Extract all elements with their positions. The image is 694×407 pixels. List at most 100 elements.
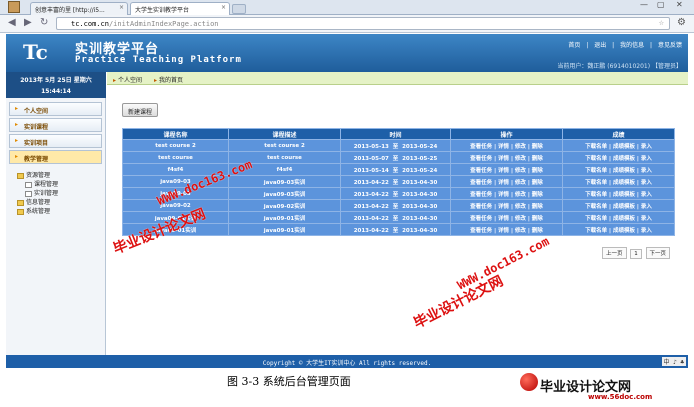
enter-grades-link[interactable]: 录入 (641, 180, 652, 186)
row-grades: 下载名单 | 成绩模板 | 录入 (562, 199, 675, 212)
close-icon[interactable]: × (119, 4, 124, 11)
view-tasks-link[interactable]: 查看任务 (470, 180, 492, 186)
delete-link[interactable]: 删除 (532, 156, 543, 162)
details-link[interactable]: 详情 (498, 204, 509, 210)
back-icon[interactable]: ◀ (8, 18, 16, 28)
grade-template-link[interactable]: 成绩模板 (613, 144, 635, 150)
grade-template-link[interactable]: 成绩模板 (613, 192, 635, 198)
enter-grades-link[interactable]: 录入 (641, 156, 652, 162)
view-tasks-link[interactable]: 查看任务 (470, 228, 492, 234)
enter-grades-link[interactable]: 录入 (641, 204, 652, 210)
view-tasks-link[interactable]: 查看任务 (470, 144, 492, 150)
view-tasks-link[interactable]: 查看任务 (470, 216, 492, 222)
grade-template-link[interactable]: 成绩模板 (613, 168, 635, 174)
delete-link[interactable]: 删除 (532, 216, 543, 222)
delete-link[interactable]: 删除 (532, 192, 543, 198)
wrench-icon[interactable]: ⚙ (677, 17, 686, 28)
download-list-link[interactable]: 下载名单 (585, 216, 607, 222)
url-input[interactable]: tc.com.cn/initAdminIndexPage.action ☆ (56, 17, 670, 30)
reload-icon[interactable]: ↻ (40, 18, 48, 28)
logout-link[interactable]: 退出 (594, 42, 606, 49)
next-page-button[interactable]: 下一页 (645, 247, 671, 259)
view-tasks-link[interactable]: 查看任务 (470, 168, 492, 174)
grade-template-link[interactable]: 成绩模板 (613, 156, 635, 162)
course-name: test course (122, 151, 229, 164)
delete-link[interactable]: 删除 (532, 144, 543, 150)
browser-tab-2[interactable]: 大学生实训教学平台 × (130, 2, 230, 15)
new-course-button[interactable]: 新建课程 (122, 103, 158, 117)
new-tab-button[interactable] (232, 4, 246, 14)
menu-teaching-management[interactable]: 教学管理 (9, 150, 102, 164)
minimize-icon[interactable]: — (640, 0, 648, 9)
download-list-link[interactable]: 下载名单 (585, 228, 607, 234)
edit-link[interactable]: 修改 (515, 216, 526, 222)
profile-avatar[interactable] (8, 1, 20, 13)
course-time: 2013-04-22 至 2013-04-30 (340, 187, 451, 200)
course-desc: java09-03实训 (228, 187, 341, 200)
download-list-link[interactable]: 下载名单 (585, 144, 607, 150)
edit-link[interactable]: 修改 (515, 168, 526, 174)
tree-resource-management[interactable]: 资源管理 (17, 170, 50, 179)
edit-link[interactable]: 修改 (515, 144, 526, 150)
download-list-link[interactable]: 下载名单 (585, 180, 607, 186)
site-header: Tc 实训教学平台 Practice Teaching Platform 首页 … (6, 34, 688, 72)
tree-training-management[interactable]: 实训管理 (25, 188, 58, 197)
my-info-link[interactable]: 我的信息 (620, 42, 644, 49)
menu-personal-space[interactable]: 个人空间 (9, 102, 102, 116)
download-list-link[interactable]: 下载名单 (585, 192, 607, 198)
edit-link[interactable]: 修改 (515, 156, 526, 162)
details-link[interactable]: 详情 (498, 144, 509, 150)
row-grades: 下载名单 | 成绩模板 | 录入 (562, 223, 675, 236)
view-tasks-link[interactable]: 查看任务 (470, 156, 492, 162)
edit-link[interactable]: 修改 (515, 180, 526, 186)
view-tasks-link[interactable]: 查看任务 (470, 192, 492, 198)
details-link[interactable]: 详情 (498, 180, 509, 186)
details-link[interactable]: 详情 (498, 216, 509, 222)
grade-template-link[interactable]: 成绩模板 (613, 216, 635, 222)
delete-link[interactable]: 删除 (532, 228, 543, 234)
browser-tab-1[interactable]: 创意丰富的里 [http://i5... × (30, 2, 128, 15)
delete-link[interactable]: 删除 (532, 168, 543, 174)
edit-link[interactable]: 修改 (515, 192, 526, 198)
enter-grades-link[interactable]: 录入 (641, 216, 652, 222)
col-time: 时间 (340, 128, 451, 140)
breadcrumb-item[interactable]: ▸ 个人空间 (113, 77, 142, 84)
tree-system-management[interactable]: 系统管理 (17, 206, 50, 215)
close-window-icon[interactable]: ✕ (676, 0, 683, 9)
download-list-link[interactable]: 下载名单 (585, 204, 607, 210)
enter-grades-link[interactable]: 录入 (641, 228, 652, 234)
grade-template-link[interactable]: 成绩模板 (613, 180, 635, 186)
delete-link[interactable]: 删除 (532, 204, 543, 210)
page-number[interactable]: 1 (630, 249, 642, 259)
ime-indicator[interactable]: 中 ♪ ♣ (661, 357, 686, 366)
url-host: tc.com.cn (71, 20, 109, 28)
course-time: 2013-05-14 至 2013-05-24 (340, 163, 451, 176)
grade-template-link[interactable]: 成绩模板 (613, 204, 635, 210)
prev-page-button[interactable]: 上一页 (602, 247, 627, 259)
download-list-link[interactable]: 下载名单 (585, 168, 607, 174)
close-icon[interactable]: × (221, 4, 226, 11)
tree-course-management[interactable]: 课程管理 (25, 179, 58, 188)
menu-training-courses[interactable]: 实训课程 (9, 118, 102, 132)
breadcrumb-item[interactable]: ▸ 我的首页 (154, 77, 183, 84)
feedback-link[interactable]: 意见反馈 (658, 42, 682, 49)
bookmark-star-icon[interactable]: ☆ (659, 18, 664, 28)
maximize-icon[interactable]: ▢ (657, 0, 665, 9)
details-link[interactable]: 详情 (498, 192, 509, 198)
home-link[interactable]: 首页 (568, 42, 580, 49)
details-link[interactable]: 详情 (498, 168, 509, 174)
download-list-link[interactable]: 下载名单 (585, 156, 607, 162)
delete-link[interactable]: 删除 (532, 180, 543, 186)
enter-grades-link[interactable]: 录入 (641, 144, 652, 150)
enter-grades-link[interactable]: 录入 (641, 168, 652, 174)
details-link[interactable]: 详情 (498, 228, 509, 234)
tree-info-management[interactable]: 信息管理 (17, 197, 50, 206)
edit-link[interactable]: 修改 (515, 204, 526, 210)
grade-template-link[interactable]: 成绩模板 (613, 228, 635, 234)
enter-grades-link[interactable]: 录入 (641, 192, 652, 198)
view-tasks-link[interactable]: 查看任务 (470, 204, 492, 210)
forward-icon[interactable]: ▶ (24, 18, 32, 28)
edit-link[interactable]: 修改 (515, 228, 526, 234)
details-link[interactable]: 详情 (498, 156, 509, 162)
menu-training-projects[interactable]: 实训项目 (9, 134, 102, 148)
